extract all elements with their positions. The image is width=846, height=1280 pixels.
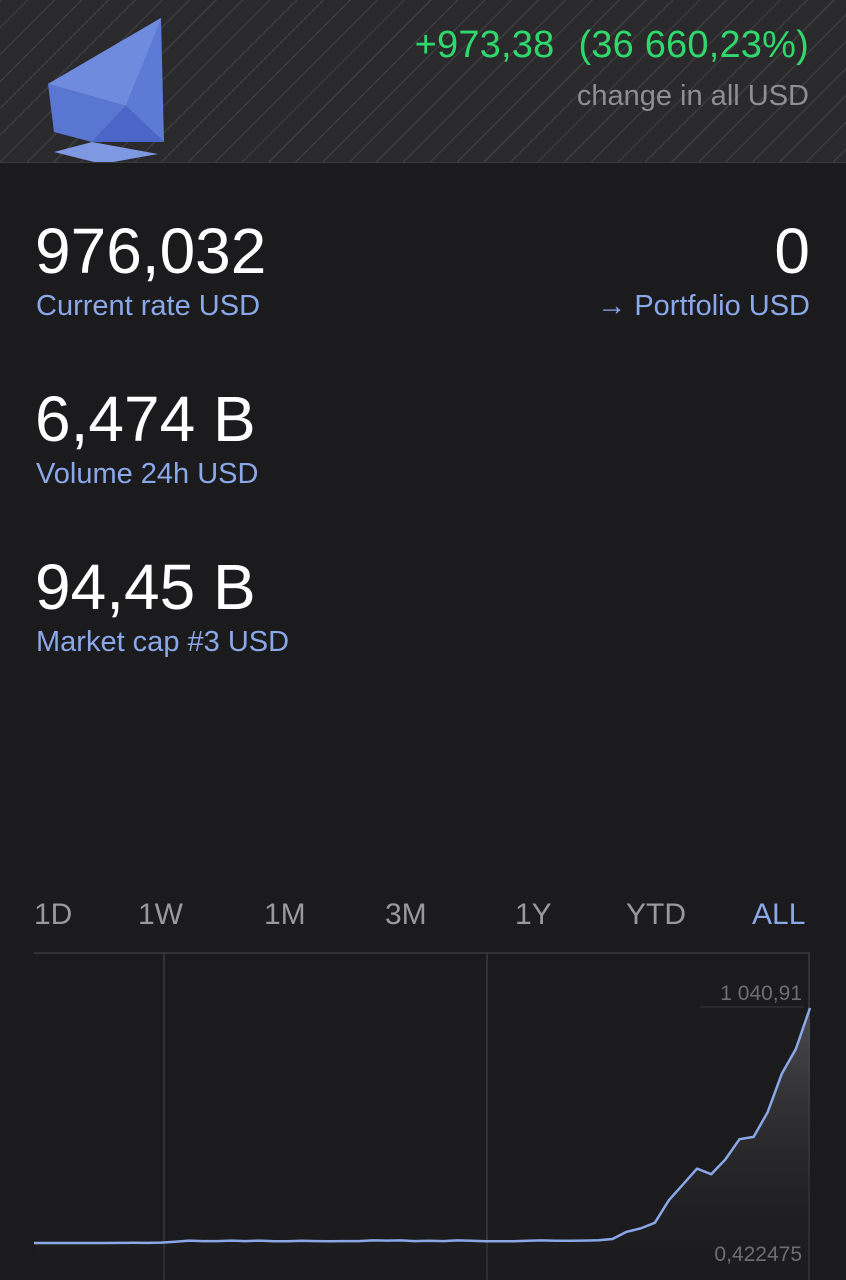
current-rate-label: Current rate USD bbox=[36, 290, 261, 322]
market-cap-value: 94,45 B bbox=[35, 551, 256, 623]
chart-min-label: 0,422475 bbox=[714, 1243, 802, 1266]
portfolio-value: 0 bbox=[774, 215, 810, 287]
coin-detail-screen: +973,38 (36 660,23%) change in all USD 97… bbox=[0, 0, 846, 1280]
tab-1d[interactable]: 1D bbox=[34, 898, 72, 932]
header-band: +973,38 (36 660,23%) change in all USD bbox=[0, 0, 846, 163]
range-tabs: 1D 1W 1M 3M 1Y YTD ALL bbox=[34, 898, 810, 942]
tab-1m[interactable]: 1M bbox=[264, 898, 306, 932]
portfolio-link[interactable]: → Portfolio USD bbox=[597, 290, 810, 322]
total-change: +973,38 (36 660,23%) bbox=[415, 24, 809, 67]
tab-1y[interactable]: 1Y bbox=[515, 898, 552, 932]
change-percent: (36 660,23%) bbox=[578, 24, 809, 66]
volume-value: 6,474 B bbox=[35, 383, 256, 455]
change-caption: change in all USD bbox=[576, 80, 809, 112]
tab-all[interactable]: ALL bbox=[752, 898, 805, 932]
volume-label: Volume 24h USD bbox=[36, 458, 259, 490]
price-chart-svg bbox=[34, 952, 812, 1280]
market-cap-label: Market cap #3 USD bbox=[36, 626, 290, 658]
tab-ytd[interactable]: YTD bbox=[626, 898, 686, 932]
chart-max-label: 1 040,91 bbox=[720, 982, 802, 1005]
price-chart[interactable]: 1 040,91 0,422475 bbox=[0, 950, 846, 1280]
change-absolute: +973,38 bbox=[414, 24, 555, 66]
price-area bbox=[34, 1008, 810, 1280]
tab-1w[interactable]: 1W bbox=[138, 898, 183, 932]
ethereum-diamond-icon bbox=[48, 18, 164, 162]
tab-3m[interactable]: 3M bbox=[385, 898, 427, 932]
current-rate-value: 976,032 bbox=[35, 215, 267, 287]
